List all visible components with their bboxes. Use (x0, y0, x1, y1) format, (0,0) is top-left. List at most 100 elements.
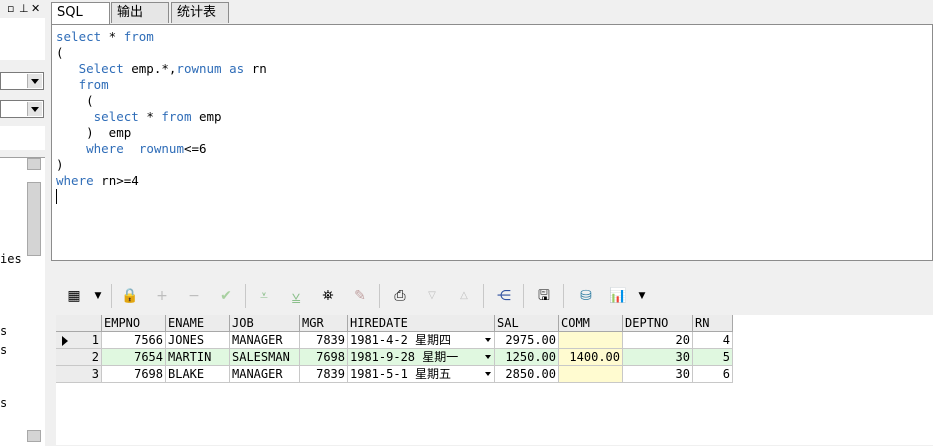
column-header[interactable]: SAL (495, 315, 559, 332)
table-cell[interactable]: 1981-5-1 星期五 (348, 366, 495, 383)
chevron-down-icon[interactable] (485, 338, 491, 342)
chevron-down-icon[interactable] (485, 372, 491, 376)
chart-icon[interactable]: 📊 (609, 287, 627, 305)
left-combo-2[interactable] (0, 100, 44, 118)
add-icon[interactable]: + (153, 287, 171, 305)
down-icon[interactable]: ▽ (423, 287, 441, 305)
export-icon[interactable]: ⎙ (391, 287, 409, 305)
tree-icon[interactable]: ⋲ (495, 287, 513, 305)
results-toolbar: ▦ ▼ 🔒 + − ✔ ⩡ ⩣ ⛯ ✎ ⎙ ▽ △ ⋲ 🖫 ⛁ 📊 ▼ (51, 279, 933, 313)
code-line: select * from emp (56, 109, 222, 125)
grid-icon[interactable]: ▦ (65, 287, 83, 305)
column-header[interactable]: RN (693, 315, 733, 332)
clear-icon[interactable]: ✎ (351, 287, 369, 305)
results-grid[interactable]: EMPNO ENAME JOB MGR HIREDATE SAL COMM DEPTNO RN 1… (56, 315, 933, 445)
table-cell[interactable]: 7654 (102, 349, 166, 366)
tab-statistics[interactable]: 统计表 (171, 2, 229, 23)
sql-text: <=6 (183, 141, 207, 156)
column-header[interactable]: JOB (230, 315, 300, 332)
left-list-text: s (0, 396, 8, 410)
last-icon[interactable]: ⩣ (287, 287, 305, 305)
db-icon[interactable]: ⛁ (577, 287, 595, 305)
table-cell[interactable]: 30 (623, 366, 693, 383)
table-cell[interactable]: 7698 (102, 366, 166, 383)
table-cell[interactable]: 2975.00 (495, 332, 559, 349)
table-cell[interactable]: 6 (693, 366, 733, 383)
pin-icon[interactable]: ⊥ (19, 2, 29, 15)
up-icon[interactable]: △ (455, 287, 473, 305)
sql-keyword: from (123, 29, 154, 44)
dropdown-icon[interactable]: ▼ (633, 287, 651, 305)
lock-icon[interactable]: 🔒 (121, 287, 139, 305)
scrollbar-thumb[interactable] (27, 182, 41, 256)
sql-text: rn>=4 (93, 173, 139, 188)
table-cell[interactable]: MANAGER (230, 332, 300, 349)
left-panel-area (0, 18, 45, 60)
table-cell[interactable]: JONES (166, 332, 230, 349)
scroll-down-icon[interactable] (27, 430, 41, 442)
left-list-text: s (0, 343, 8, 357)
column-header[interactable]: COMM (559, 315, 623, 332)
table-cell[interactable]: 7839 (300, 366, 348, 383)
minimize-icon[interactable]: ▫ (7, 2, 14, 15)
left-panel: ▫ ⊥ ✕ ies s s s (0, 0, 47, 446)
table-cell[interactable]: 7839 (300, 332, 348, 349)
tab-sql[interactable]: SQL (51, 2, 110, 25)
row-number[interactable]: 1 (56, 332, 102, 349)
code-line: where rownum<=6 (56, 141, 207, 157)
table-cell[interactable]: 1400.00 (559, 349, 623, 366)
sql-text: emp.*, (123, 61, 177, 76)
table-cell[interactable]: 1981-9-28 星期一 (348, 349, 495, 366)
table-cell[interactable] (559, 332, 623, 349)
table-cell[interactable]: 7566 (102, 332, 166, 349)
sql-text: rn (244, 61, 267, 76)
save-icon[interactable]: 🖫 (535, 287, 553, 305)
table-cell[interactable]: 1250.00 (495, 349, 559, 366)
column-header[interactable]: ENAME (166, 315, 230, 332)
column-header[interactable]: EMPNO (102, 315, 166, 332)
table-cell[interactable]: SALESMAN (230, 349, 300, 366)
sql-text: ) emp (56, 125, 132, 140)
table-cell[interactable]: 1981-4-2 星期四 (348, 332, 495, 349)
splitter[interactable] (51, 262, 933, 278)
check-icon[interactable]: ✔ (217, 287, 235, 305)
left-combo-1[interactable] (0, 72, 44, 90)
remove-icon[interactable]: − (185, 287, 203, 305)
table-cell[interactable]: 4 (693, 332, 733, 349)
table-cell[interactable]: BLAKE (166, 366, 230, 383)
table-cell[interactable]: MARTIN (166, 349, 230, 366)
left-panel-field[interactable] (0, 126, 45, 150)
column-header[interactable]: HIREDATE (348, 315, 495, 332)
code-line: where rn>=4 (56, 173, 139, 189)
table-cell[interactable] (559, 366, 623, 383)
table-cell[interactable]: 7698 (300, 349, 348, 366)
column-header[interactable]: DEPTNO (623, 315, 693, 332)
scroll-up-icon[interactable] (27, 158, 41, 170)
grid-corner[interactable] (56, 315, 102, 332)
left-list-text: s (0, 324, 8, 338)
next-icon[interactable]: ⩡ (255, 287, 273, 305)
sql-editor[interactable]: select * from( Select emp.*,rownum as rn… (51, 24, 933, 261)
row-number[interactable]: 3 (56, 366, 102, 383)
table-cell[interactable]: 5 (693, 349, 733, 366)
find-icon[interactable]: ⛯ (319, 287, 337, 305)
code-line: ( (56, 45, 64, 61)
table-cell[interactable]: MANAGER (230, 366, 300, 383)
chevron-down-icon[interactable] (27, 102, 42, 116)
row-number[interactable]: 2 (56, 349, 102, 366)
column-header[interactable]: MGR (300, 315, 348, 332)
text-caret (56, 189, 57, 204)
table-cell[interactable]: 2850.00 (495, 366, 559, 383)
close-icon[interactable]: ✕ (31, 2, 40, 15)
table-cell[interactable]: 20 (623, 332, 693, 349)
separator (245, 284, 246, 308)
chevron-down-icon[interactable] (485, 355, 491, 359)
code-line: ( (56, 93, 94, 109)
table-cell[interactable]: 30 (623, 349, 693, 366)
tab-output[interactable]: 输出 (111, 2, 169, 23)
dropdown-icon[interactable]: ▼ (89, 287, 107, 305)
chevron-down-icon[interactable] (27, 74, 42, 88)
